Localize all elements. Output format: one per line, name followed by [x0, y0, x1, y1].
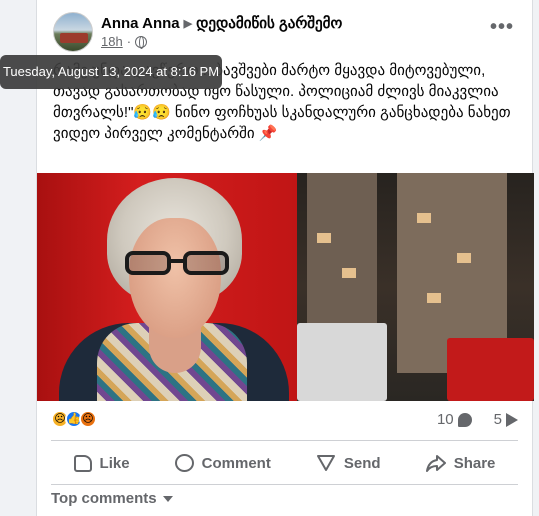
- comment-count[interactable]: 10: [437, 411, 472, 428]
- engagement-counts: 10 5: [437, 411, 518, 428]
- share-count[interactable]: 5: [494, 411, 518, 428]
- globe-icon: [135, 35, 148, 49]
- comment-label: Comment: [201, 454, 271, 472]
- meta-dot: ·: [126, 34, 132, 49]
- comment-count-value: 10: [436, 411, 454, 428]
- post-author-line: Anna Anna ▶ დედამიწის გარშემო: [101, 14, 342, 32]
- thumbs-up-icon: [73, 454, 92, 472]
- share-arrow-icon: [506, 412, 518, 427]
- post-stats: ☹ 👍 ☹ 10 5: [51, 410, 518, 434]
- comment-sort-label: Top comments: [51, 490, 157, 507]
- more-options-button[interactable]: •••: [490, 16, 514, 39]
- caret-down-icon: [162, 495, 173, 502]
- send-label: Send: [343, 454, 381, 472]
- divider: [51, 440, 518, 441]
- author-name[interactable]: Anna Anna: [101, 15, 180, 32]
- comment-bubble-icon: [457, 412, 472, 427]
- group-name[interactable]: დედამიწის გარშემო: [196, 15, 342, 32]
- like-label: Like: [99, 454, 130, 472]
- send-icon: [316, 453, 336, 473]
- comment-icon: [174, 454, 194, 472]
- post-header: Anna Anna ▶ დედამიწის გარშემო 18h · •••: [53, 10, 520, 54]
- photo-building: [297, 173, 534, 401]
- post-meta: 18h ·: [101, 34, 148, 49]
- angry-icon: ☹: [79, 410, 97, 428]
- share-count-value: 5: [493, 411, 502, 428]
- reaction-summary[interactable]: ☹ 👍 ☹: [51, 410, 97, 428]
- share-label: Share: [453, 454, 496, 472]
- avatar[interactable]: [53, 12, 93, 52]
- post-image[interactable]: [37, 173, 534, 401]
- action-bar: Like Comment Send Share: [51, 444, 518, 482]
- share-icon: [425, 453, 446, 473]
- post-timestamp[interactable]: 18h: [101, 34, 123, 49]
- send-button[interactable]: Send: [306, 447, 391, 479]
- comment-button[interactable]: Comment: [165, 448, 281, 478]
- comment-sort-dropdown[interactable]: Top comments: [51, 490, 173, 507]
- photo-woman: [37, 173, 297, 401]
- triangle-right-icon: ▶: [183, 18, 193, 30]
- timestamp-tooltip: Tuesday, August 13, 2024 at 8:16 PM: [0, 55, 222, 89]
- like-button[interactable]: Like: [64, 449, 140, 478]
- divider: [51, 484, 518, 485]
- share-button[interactable]: Share: [416, 447, 506, 479]
